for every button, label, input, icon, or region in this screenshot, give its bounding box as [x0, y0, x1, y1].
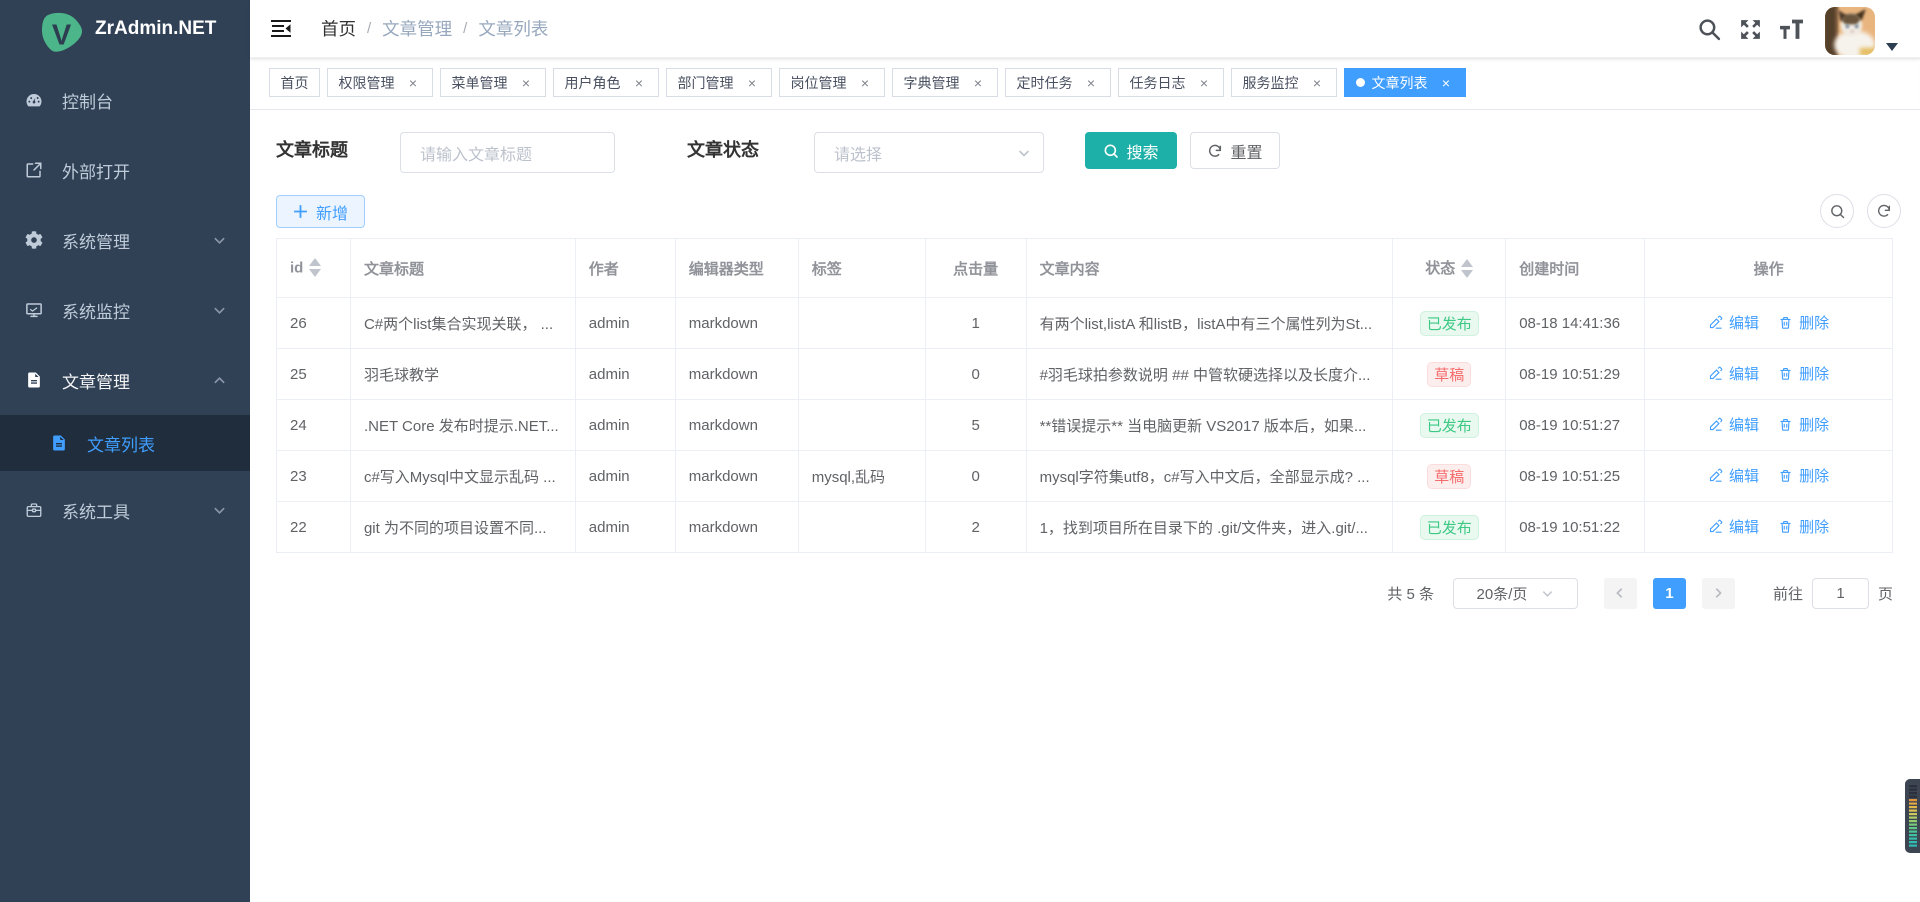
svg-text:V: V	[52, 20, 72, 52]
